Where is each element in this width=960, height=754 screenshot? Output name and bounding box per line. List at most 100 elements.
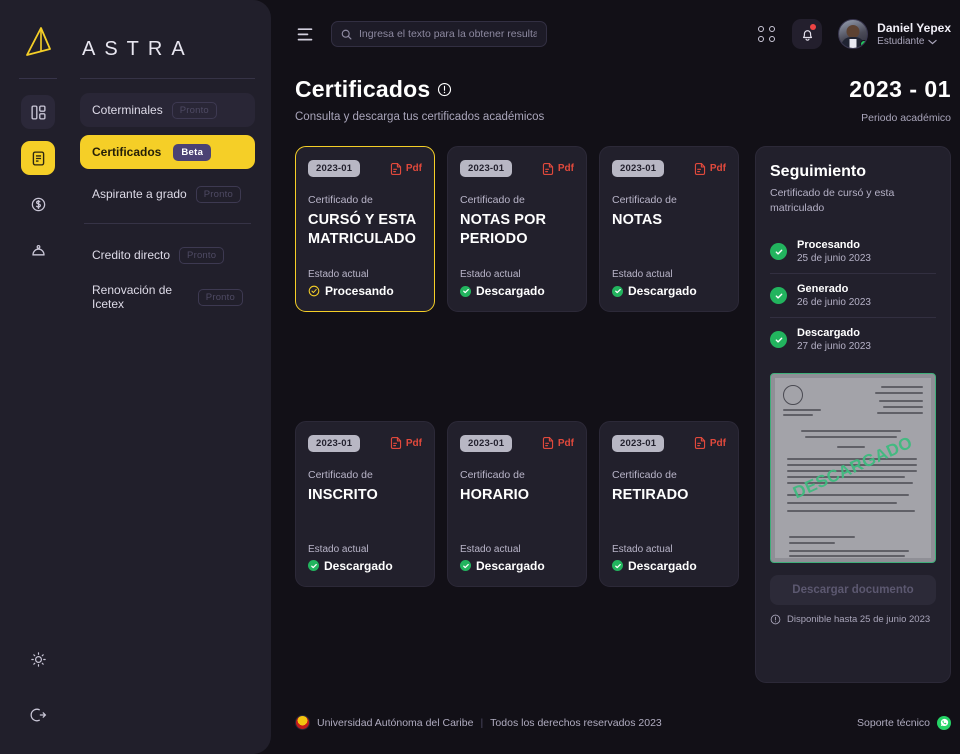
status-value: Procesando bbox=[308, 284, 422, 298]
step-date: 26 de junio 2023 bbox=[797, 297, 871, 309]
app-root: ASTRA Coterminales Pronto Certificados B… bbox=[0, 0, 960, 754]
tracking-steps: Procesando 25 de junio 2023 Generado 26 … bbox=[770, 230, 936, 361]
step-name: Procesando bbox=[797, 239, 860, 252]
rail-item-graduation[interactable] bbox=[21, 233, 55, 267]
sidebar: ASTRA Coterminales Pronto Certificados B… bbox=[0, 0, 271, 754]
user-menu[interactable]: Daniel Yepex Estudiante bbox=[838, 19, 951, 49]
status-label: Estado actual bbox=[460, 543, 521, 555]
footer-separator: | bbox=[480, 716, 484, 729]
content-area: 2023-01 Pdf Certificado de CURSÓ Y ESTA … bbox=[295, 146, 951, 683]
period-value: 2023 - 01 bbox=[849, 76, 951, 102]
pdf-download-icon[interactable]: Pdf bbox=[693, 162, 726, 176]
support-link[interactable]: Soporte técnico bbox=[857, 715, 951, 730]
search-box[interactable] bbox=[331, 21, 547, 47]
card-header: 2023-01 Pdf bbox=[460, 434, 574, 452]
step-name: Generado bbox=[797, 283, 849, 296]
university-seal-icon bbox=[783, 385, 803, 406]
sidebar-item-label: Coterminales bbox=[92, 103, 163, 117]
card-kicker: Certificado de bbox=[308, 468, 373, 481]
sidebar-item-credito-directo[interactable]: Credito directo Pronto bbox=[80, 238, 255, 272]
footer: Universidad Autónoma del Caribe | Todos … bbox=[295, 715, 951, 730]
grid-apps-icon[interactable] bbox=[758, 26, 776, 42]
status-label: Estado actual bbox=[460, 269, 521, 280]
card-title: RETIRADO bbox=[612, 486, 689, 503]
certificate-card[interactable]: 2023-01 Pdf Certificado de NOTAS POR PER… bbox=[447, 146, 587, 312]
badge-soon: Pronto bbox=[171, 101, 217, 119]
check-circle-icon bbox=[460, 560, 471, 571]
check-circle-icon bbox=[770, 287, 787, 305]
sidebar-item-label: Certificados bbox=[92, 145, 162, 159]
status-label: Estado actual bbox=[308, 543, 369, 555]
pdf-download-icon[interactable]: Pdf bbox=[693, 436, 726, 450]
certificate-card[interactable]: 2023-01 Pdf Certificado de CURSÓ Y ESTA … bbox=[295, 146, 435, 312]
logout-icon[interactable] bbox=[21, 698, 55, 732]
rail-item-payments[interactable] bbox=[21, 187, 55, 221]
notification-bell-icon[interactable] bbox=[792, 19, 823, 49]
footer-university: Universidad Autónoma del Caribe bbox=[317, 716, 474, 729]
academic-period: 2023 - 01 Periodo académico bbox=[849, 76, 951, 124]
pdf-download-icon[interactable]: Pdf bbox=[541, 436, 574, 450]
search-input[interactable] bbox=[359, 28, 537, 40]
card-title: CURSÓ Y ESTA MATRICULADO bbox=[308, 212, 416, 247]
main-content: Daniel Yepex Estudiante Certificados bbox=[271, 0, 960, 754]
certificate-card[interactable]: 2023-01 Pdf Certificado de HORARIO Estad… bbox=[447, 420, 587, 587]
badge-beta: Beta bbox=[173, 143, 212, 161]
sidebar-item-label: Aspirante a grado bbox=[92, 187, 187, 201]
info-circle-icon[interactable] bbox=[437, 82, 452, 97]
card-title: NOTAS POR PERIODO bbox=[460, 212, 547, 247]
whatsapp-icon[interactable] bbox=[937, 715, 951, 730]
download-document-button[interactable]: Descargar documento bbox=[770, 575, 936, 606]
document-preview[interactable]: DESCARGADO bbox=[770, 373, 936, 564]
status-label: Estado actual bbox=[308, 269, 369, 280]
certificate-card[interactable]: 2023-01 Pdf Certificado de INSCRITO Esta… bbox=[295, 420, 435, 587]
card-kicker: Certificado de bbox=[460, 468, 525, 481]
user-name: Daniel Yepex bbox=[877, 21, 951, 35]
sidebar-item-aspirante-a-grado[interactable]: Aspirante a grado Pronto bbox=[80, 177, 255, 211]
period-chip: 2023-01 bbox=[308, 160, 361, 177]
card-header: 2023-01 Pdf bbox=[308, 434, 422, 452]
notification-badge bbox=[810, 24, 817, 30]
sidebar-item-certificados[interactable]: Certificados Beta bbox=[80, 135, 255, 169]
check-circle-icon bbox=[770, 243, 787, 261]
certificate-card[interactable]: 2023-01 Pdf Certificado de NOTAS Estado … bbox=[599, 146, 739, 312]
status-label: Estado actual bbox=[612, 269, 673, 280]
card-header: 2023-01 Pdf bbox=[460, 160, 574, 177]
status-value: Descargado bbox=[460, 559, 574, 573]
pdf-download-icon[interactable]: Pdf bbox=[541, 162, 574, 176]
rail-item-dashboard[interactable] bbox=[21, 95, 55, 129]
certificate-card[interactable]: 2023-01 Pdf Certificado de RETIRADO Esta… bbox=[599, 420, 739, 587]
hamburger-menu-icon[interactable] bbox=[295, 24, 317, 44]
avatar bbox=[838, 19, 869, 49]
search-icon bbox=[341, 29, 352, 40]
sidebar-item-coterminales[interactable]: Coterminales Pronto bbox=[80, 93, 255, 127]
sun-theme-icon[interactable] bbox=[21, 642, 55, 676]
sidebar-item-label: Renovación de Icetex bbox=[92, 283, 173, 311]
pdf-download-icon[interactable]: Pdf bbox=[389, 162, 422, 176]
top-bar: Daniel Yepex Estudiante bbox=[295, 0, 951, 68]
tracking-step: Generado 26 de junio 2023 bbox=[770, 273, 936, 317]
card-header: 2023-01 Pdf bbox=[612, 160, 726, 177]
period-chip: 2023-01 bbox=[460, 160, 513, 177]
footer-rights: Todos los derechos reservados 2023 bbox=[490, 716, 662, 729]
badge-soon: Pronto bbox=[179, 246, 225, 264]
card-kicker: Certificado de bbox=[612, 194, 677, 206]
card-status: Estado actual Procesando bbox=[308, 269, 422, 298]
badge-soon: Pronto bbox=[195, 185, 241, 203]
support-label: Soporte técnico bbox=[857, 716, 930, 729]
sidebar-item-renovacion-de-icetex[interactable]: Renovación de Icetex Pronto bbox=[80, 280, 255, 314]
clock-check-icon bbox=[308, 285, 320, 297]
card-kicker: Certificado de bbox=[460, 194, 525, 206]
status-value: Descargado bbox=[612, 284, 726, 298]
pdf-download-icon[interactable]: Pdf bbox=[389, 436, 422, 450]
document-page: DESCARGADO bbox=[775, 378, 931, 559]
nav-divider bbox=[80, 78, 255, 79]
card-title: HORARIO bbox=[460, 486, 530, 503]
card-kicker: Certificado de bbox=[308, 194, 373, 206]
info-circle-icon bbox=[770, 614, 781, 625]
card-title: NOTAS bbox=[612, 212, 663, 228]
rail-item-certificates[interactable] bbox=[21, 141, 55, 175]
card-title: INSCRITO bbox=[308, 486, 378, 503]
check-circle-icon bbox=[460, 285, 471, 297]
check-circle-icon bbox=[308, 560, 319, 571]
tracking-title: Seguimiento bbox=[770, 163, 867, 180]
